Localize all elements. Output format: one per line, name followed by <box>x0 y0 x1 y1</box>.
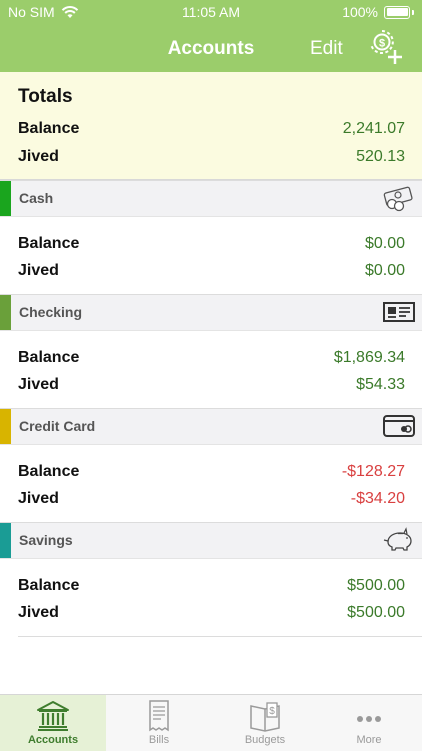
account-color-stripe <box>0 523 11 558</box>
checking-balance-label: Balance <box>18 349 80 366</box>
savings-jived-label: Jived <box>18 604 59 621</box>
list-divider <box>18 636 422 637</box>
piggy-bank-icon <box>383 527 412 551</box>
checking-jived-value: $54.33 <box>356 376 405 393</box>
tab-label: More <box>356 734 382 746</box>
credit-card-jived-value: -$34.20 <box>350 490 405 507</box>
nav-header: No SIM 11:05 AM 100% Accounts Edit $ <box>0 0 422 72</box>
account-name: Credit Card <box>19 418 96 434</box>
tab-bills[interactable]: Bills <box>106 695 212 751</box>
receipt-icon <box>149 700 169 732</box>
account-name: Savings <box>19 532 73 548</box>
cash-jived-value: $0.00 <box>364 262 405 279</box>
account-color-stripe <box>0 409 11 444</box>
totals-balance-value: 2,241.07 <box>342 120 405 137</box>
tab-accounts[interactable]: Accounts <box>0 695 106 751</box>
totals-jived-value: 520.13 <box>356 148 405 165</box>
totals-title: Totals <box>18 86 73 107</box>
account-name: Checking <box>19 304 83 320</box>
tab-budgets[interactable]: $ Budgets <box>212 695 318 751</box>
bank-icon <box>37 701 69 731</box>
account-header-cash[interactable]: Cash <box>0 180 422 217</box>
status-battery: 100% <box>342 4 414 20</box>
account-color-stripe <box>0 181 11 216</box>
tab-label: Accounts <box>27 734 79 746</box>
credit-card-balance-label: Balance <box>18 463 80 480</box>
totals-balance-label: Balance <box>18 120 80 137</box>
tab-label: Bills <box>148 734 170 746</box>
tab-label: Budgets <box>244 734 286 746</box>
page-title: Accounts <box>167 38 255 59</box>
savings-jived-value: $500.00 <box>347 604 405 621</box>
checking-balance-value: $1,869.34 <box>333 349 405 366</box>
svg-text:$: $ <box>269 706 275 717</box>
account-color-stripe <box>0 295 11 330</box>
cash-balance-value: $0.00 <box>364 235 405 252</box>
battery-label: 100% <box>342 4 378 20</box>
totals-section: Totals Balance 2,241.07 Jived 520.13 <box>0 72 422 180</box>
tab-bar: Accounts Bills $ Budgets More <box>0 694 422 751</box>
cash-balance-label: Balance <box>18 235 80 252</box>
savings-balance-label: Balance <box>18 577 80 594</box>
cash-jived-label: Jived <box>18 262 59 279</box>
more-icon <box>357 716 381 722</box>
check-icon <box>383 302 415 322</box>
savings-balance-value: $500.00 <box>347 577 405 594</box>
checking-jived-label: Jived <box>18 376 59 393</box>
credit-card-balance-value: -$128.27 <box>341 463 405 480</box>
tab-more[interactable]: More <box>316 695 422 751</box>
add-account-icon[interactable]: $ <box>366 28 406 66</box>
account-header-credit-card[interactable]: Credit Card <box>0 408 422 445</box>
account-header-savings[interactable]: Savings <box>0 522 422 559</box>
totals-jived-label: Jived <box>18 148 59 165</box>
credit-card-jived-label: Jived <box>18 490 59 507</box>
account-header-checking[interactable]: Checking <box>0 294 422 331</box>
battery-icon <box>384 5 410 19</box>
svg-text:$: $ <box>379 38 385 50</box>
account-name: Cash <box>19 190 54 206</box>
cash-icon <box>383 186 413 212</box>
edit-button[interactable]: Edit <box>310 38 343 60</box>
credit-card-icon <box>383 415 415 437</box>
budget-book-icon: $ <box>250 702 280 732</box>
